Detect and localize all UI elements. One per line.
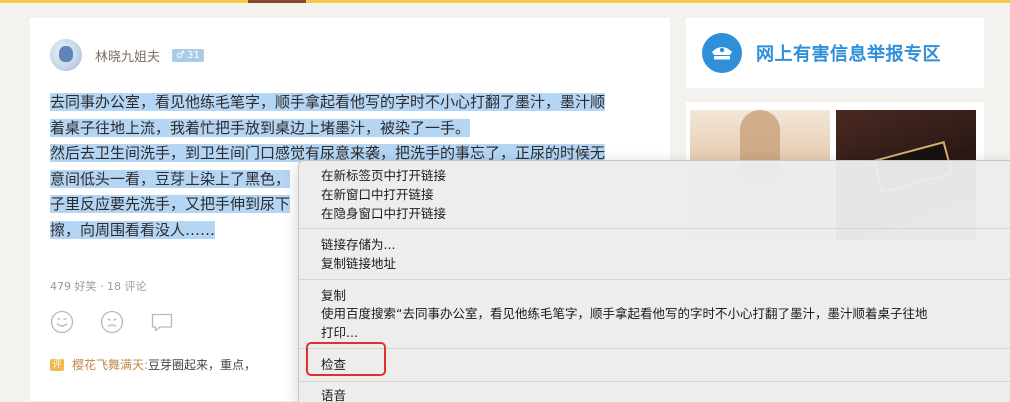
menu-separator bbox=[299, 228, 1010, 229]
comment-text: 豆芽圈起来，重点， bbox=[148, 358, 257, 372]
reaction-bar bbox=[50, 310, 174, 334]
menu-open-in-new-window[interactable]: 在新窗口中打开链接 bbox=[321, 185, 434, 204]
menu-search-baidu[interactable]: 使用百度搜索“去同事办公室，看见他练毛笔字，顺手拿起看他写的字时不小心打翻了墨汁… bbox=[321, 304, 927, 323]
post-stats: 479 好笑 · 18 评论 bbox=[50, 280, 147, 293]
frown-icon[interactable] bbox=[100, 310, 124, 334]
smile-icon[interactable] bbox=[50, 310, 74, 334]
menu-open-in-new-tab[interactable]: 在新标签页中打开链接 bbox=[321, 166, 446, 185]
menu-speech[interactable]: 语音 bbox=[321, 386, 346, 402]
post-line: 子里反应要先洗手，又把手伸到尿下 bbox=[50, 195, 291, 213]
report-label: 网上有害信息举报专区 bbox=[756, 44, 941, 65]
level-badge: ♂ 31 bbox=[172, 48, 204, 62]
hot-comment-icon: 评 bbox=[50, 358, 64, 371]
menu-print[interactable]: 打印... bbox=[321, 323, 358, 342]
comment-user[interactable]: 樱花飞舞满天: bbox=[72, 356, 148, 373]
post-line: 意间低头一看，豆芽上染上了黑色， bbox=[50, 169, 291, 188]
inspect-highlight-box bbox=[306, 342, 386, 376]
top-bar-active-tab[interactable] bbox=[248, 0, 306, 3]
menu-save-link-as[interactable]: 链接存储为... bbox=[321, 235, 395, 254]
top-bar bbox=[0, 0, 1010, 3]
post-line: 着桌子往地上流，我着忙把手放到桌边上堵墨汁，被染了一手。 bbox=[50, 118, 471, 137]
post-line: 去同事办公室，看见他练毛笔字，顺手拿起看他写的字时不小心打翻了墨汁，墨汁顺 bbox=[50, 93, 606, 111]
menu-copy-link-address[interactable]: 复制链接地址 bbox=[321, 254, 396, 273]
menu-separator bbox=[299, 348, 1010, 349]
gender-icon: ♂ bbox=[176, 49, 185, 61]
post-line: 擦，向周围看看没人…… bbox=[50, 220, 216, 239]
report-harmful-info-banner[interactable]: 网上有害信息举报专区 bbox=[686, 18, 984, 88]
author-name[interactable]: 林晓九姐夫 bbox=[95, 46, 160, 65]
comment-preview: 评 樱花飞舞满天: 豆芽圈起来，重点， bbox=[50, 356, 256, 373]
police-badge-icon bbox=[702, 33, 742, 73]
menu-copy[interactable]: 复制 bbox=[321, 286, 346, 305]
menu-separator bbox=[299, 381, 1010, 382]
author-row: 林晓九姐夫 ♂ 31 bbox=[50, 39, 204, 71]
avatar[interactable] bbox=[50, 39, 82, 71]
level-number: 31 bbox=[186, 49, 200, 61]
comment-bubble-icon[interactable] bbox=[150, 310, 174, 334]
menu-separator bbox=[299, 279, 1010, 280]
menu-open-in-incognito[interactable]: 在隐身窗口中打开链接 bbox=[321, 204, 446, 223]
context-menu: 在新标签页中打开链接 在新窗口中打开链接 在隐身窗口中打开链接 链接存储为...… bbox=[298, 160, 1010, 402]
